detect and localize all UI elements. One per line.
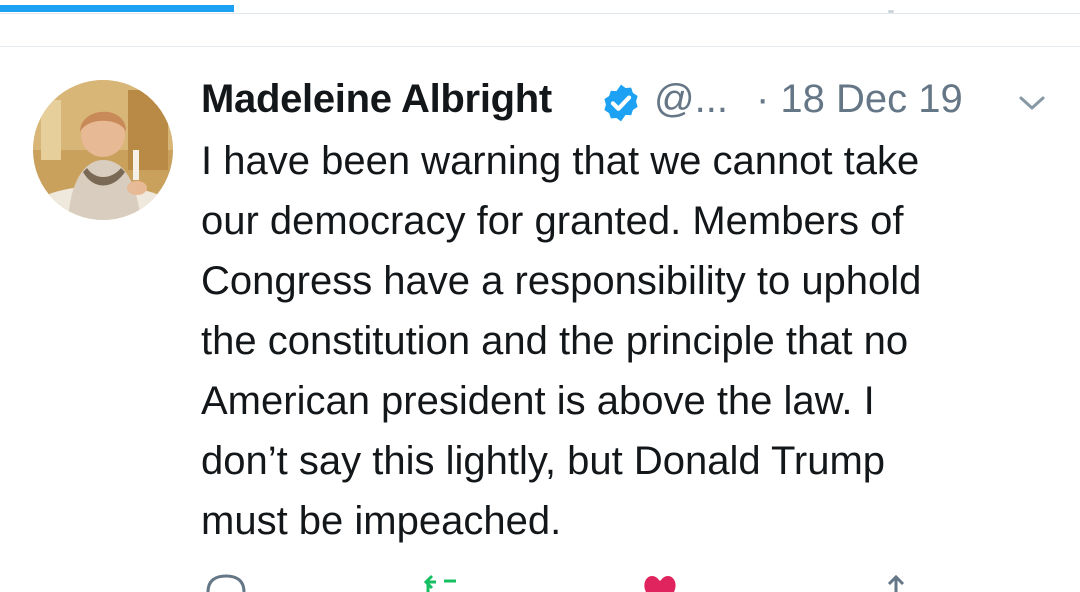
chevron-down-icon[interactable] [1017, 91, 1047, 115]
user-handle[interactable]: @... [654, 77, 728, 122]
tweet-text-line: don’t say this lightly, but Donald Trump [201, 439, 886, 483]
tweet[interactable]: Madeleine Albright @... · 18 Dec 19 I ha… [0, 47, 1080, 592]
heart-icon[interactable] [638, 572, 682, 592]
retweet-icon[interactable] [422, 572, 466, 592]
top-divider [0, 13, 1080, 14]
tweet-timestamp[interactable]: · 18 Dec 19 [756, 77, 963, 122]
reply-icon[interactable] [204, 572, 248, 592]
tweet-text-line: I have been warning that we cannot take [201, 139, 920, 183]
tweet-text-line: the constitution and the principle that … [201, 319, 909, 363]
tweet-text-line: American president is above the law. I [201, 379, 875, 423]
verified-badge-icon [604, 84, 638, 122]
display-name[interactable]: Madeleine Albright [201, 77, 552, 122]
top-bar-handle [888, 10, 894, 13]
tweet-header: Madeleine Albright @... · 18 Dec 19 [201, 71, 1061, 127]
tweet-text-line: must be impeached. [201, 499, 562, 543]
avatar[interactable] [33, 80, 173, 220]
top-bar [0, 0, 1080, 47]
tweet-actions [200, 572, 920, 592]
avatar-image [33, 80, 173, 220]
tweet-text-line: Congress have a responsibility to uphold [201, 259, 922, 303]
active-tab-indicator [0, 5, 234, 12]
tweet-text: I have been warning that we cannot take … [201, 131, 1061, 551]
tweet-text-line: our democracy for granted. Members of [201, 199, 904, 243]
share-icon[interactable] [874, 572, 918, 592]
